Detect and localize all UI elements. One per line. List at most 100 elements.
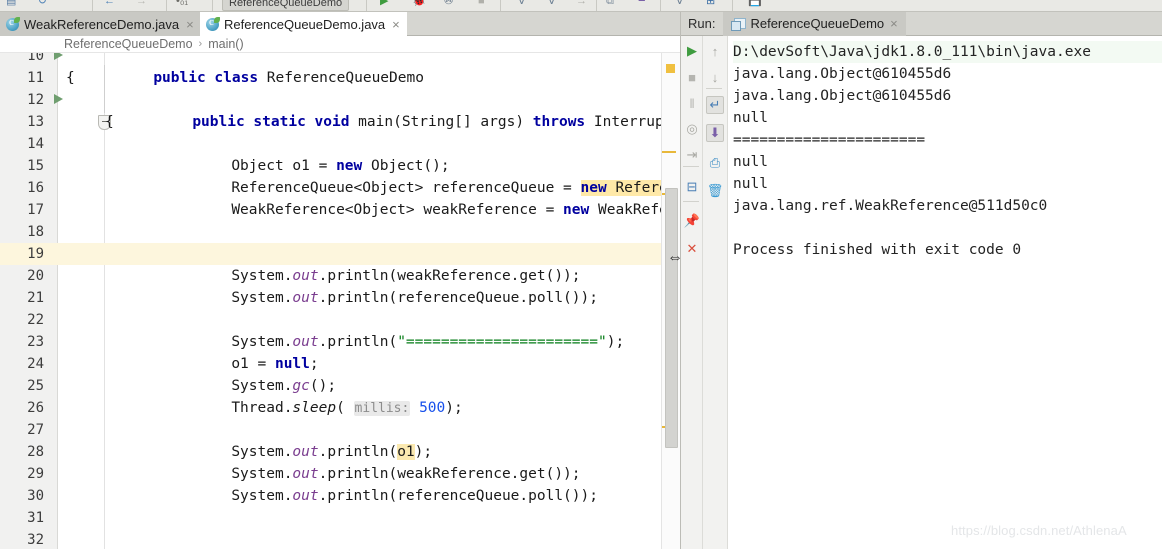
filter-icon-1[interactable]: ∇ [518, 0, 525, 7]
rerun-icon[interactable]: ▶ [683, 42, 701, 60]
editor-tab-bar: WeakReferenceDemo.java × ReferenceQueueD… [0, 12, 680, 36]
filter-icon-2[interactable]: ∇ [548, 0, 555, 7]
toolbar-separator [683, 166, 699, 167]
editor-tab-label: ReferenceQueueDemo.java [224, 16, 386, 32]
scroll-to-end-icon[interactable]: ⬇ [706, 124, 724, 142]
code-line[interactable]: 31 [0, 507, 680, 529]
breadcrumb-class[interactable]: ReferenceQueueDemo [64, 37, 193, 51]
close-icon[interactable]: × [186, 18, 194, 31]
layout-icon[interactable]: ⊟ [683, 178, 701, 196]
code-line[interactable]: 13 { [0, 111, 680, 133]
code-line[interactable]: 21 [0, 287, 680, 309]
code-line[interactable]: 10 public class ReferenceQueueDemo [0, 53, 680, 86]
breadcrumb-method[interactable]: main() [208, 37, 243, 51]
editor-tab-referencequeuedemo[interactable]: ReferenceQueueDemo.java × [200, 12, 407, 36]
code-line[interactable]: 29 System.out.println(referenceQueue.pol… [0, 463, 680, 504]
console-line: null [733, 110, 768, 126]
code-line-current[interactable]: 19 System.out.println(weakReference.get(… [0, 243, 680, 284]
console-line: Process finished with exit code 0 [733, 242, 1022, 258]
run-gutter-icon[interactable] [52, 93, 65, 106]
java-class-icon [6, 16, 20, 31]
code-line[interactable]: 23 o1 = null; [0, 331, 680, 372]
code-line[interactable]: 15 ReferenceQueue<Object> referenceQueue… [0, 155, 680, 196]
stop-icon[interactable]: ■ [478, 0, 485, 7]
save-all-icon[interactable]: ▤ [6, 0, 16, 7]
code-line[interactable]: 32 [0, 529, 680, 549]
code-line[interactable]: 30 [0, 485, 680, 507]
editor-tab-weakreferencedemo[interactable]: WeakReferenceDemo.java × [0, 12, 201, 36]
code-line[interactable]: 16 WeakReference<Object> weakReference =… [0, 177, 680, 218]
code-line[interactable]: 17 [0, 199, 680, 221]
undo-icon[interactable]: ↺ [38, 0, 47, 7]
editor-marker-bar[interactable] [661, 53, 680, 549]
close-icon[interactable]: × [890, 16, 898, 31]
print-icon[interactable]: ⎙ [706, 154, 724, 172]
grid-icon[interactable]: ⊞ [706, 0, 715, 7]
debug-icon[interactable]: 🐞 [412, 0, 426, 7]
console-output[interactable]: D:\devSoft\Java\jdk1.8.0_111\bin\java.ex… [729, 36, 1162, 549]
run-actions-column-right: ↑ ↓ ↵ ⬇ ⎙ 🗑 [703, 36, 728, 549]
line-number: 18 [27, 224, 44, 240]
code-content[interactable]: 10 public class ReferenceQueueDemo 11 { … [0, 53, 680, 549]
code-line[interactable]: 28 System.out.println(weakReference.get(… [0, 441, 680, 482]
camera-icon[interactable]: ◎ [683, 120, 701, 138]
run-icon[interactable]: ▶ [380, 0, 388, 7]
line-number: 27 [27, 422, 44, 438]
close-icon[interactable]: ✕ [683, 240, 701, 258]
forward-icon[interactable]: → [136, 0, 147, 7]
line-number: 12 [27, 92, 44, 108]
code-line[interactable]: 22 System.out.println("=================… [0, 309, 680, 350]
code-line[interactable]: 18 System.out.println(o1); [0, 221, 680, 262]
code-line[interactable]: 14 Object o1 = new Object(); [0, 133, 680, 174]
save-icon[interactable]: 💾 [748, 0, 762, 7]
code-line[interactable]: 12 public static void main(String[] args… [0, 89, 680, 130]
line-number: 30 [27, 488, 44, 504]
run-configuration-selector[interactable]: ReferenceQueueDemo [222, 0, 350, 11]
breakpoint-icon[interactable]: •₀₁ [176, 0, 188, 7]
code-line[interactable]: 25 Thread.sleep( millis: 500); [0, 375, 680, 416]
soft-wrap-icon[interactable]: ↵ [706, 96, 724, 114]
scroll-down-icon[interactable]: ↓ [706, 68, 724, 86]
main-toolbar: ▤ ↺ ← → •₀₁ ▶ 🐞 ✇ ■ ∇ ∇ → ⧉ ⬏ ∇ ⊞ 💾 ReferenceQueueDemo [0, 0, 1162, 12]
clear-all-icon[interactable]: 🗑 [706, 182, 724, 200]
inspection-marker[interactable] [666, 64, 675, 73]
code-line[interactable]: 20 System.out.println(referenceQueue.pol… [0, 265, 680, 306]
scroll-up-icon[interactable]: ↑ [706, 42, 724, 60]
toolbar-separator [212, 0, 213, 11]
toolbar-separator [166, 0, 167, 11]
line-number: 32 [27, 532, 44, 548]
console-line: java.lang.ref.WeakReference@511d50c0 [733, 198, 1048, 214]
toolbar-separator [366, 0, 367, 11]
code-line[interactable]: 27 System.out.println(o1); [0, 419, 680, 460]
pause-icon[interactable]: ‖ [683, 94, 701, 112]
breadcrumb: ReferenceQueueDemo › main() [0, 36, 680, 53]
console-line: null [733, 154, 768, 170]
code-editor[interactable]: 10 public class ReferenceQueueDemo 11 { … [0, 53, 680, 549]
stop-icon[interactable]: ■ [683, 68, 701, 86]
purple-tool-icon[interactable]: ⬏ [638, 0, 647, 7]
pin-icon[interactable]: 📌 [683, 212, 701, 230]
editor-scrollbar-thumb[interactable] [665, 188, 678, 448]
run-actions-column-left: ▶ ■ ‖ ◎ ⇥ ⊟ 📌 ✕ [681, 36, 703, 549]
line-number: 25 [27, 378, 44, 394]
toolbar-separator [596, 0, 597, 11]
occurrence-marker[interactable] [662, 151, 676, 153]
filter-icon-3[interactable]: ∇ [676, 0, 683, 7]
back-icon[interactable]: ← [104, 0, 115, 7]
console-line: java.lang.Object@610455d6 [733, 88, 952, 104]
run-tool-window: Run: ReferenceQueueDemo × ▶ ■ ‖ ◎ ⇥ ⊟ 📌 ✕ ↑ ↓ ↵ ⬇ ⎙… [680, 11, 1162, 549]
line-number: 31 [27, 510, 44, 526]
code-line[interactable]: 26 [0, 397, 680, 419]
copy-icon[interactable]: ⧉ [606, 0, 614, 7]
code-line[interactable]: 24 System.gc(); [0, 353, 680, 394]
line-number: 16 [27, 180, 44, 196]
code-line[interactable]: 11 { [0, 67, 680, 89]
coverage-icon[interactable]: ✇ [444, 0, 453, 7]
run-gutter-icon[interactable] [52, 53, 65, 62]
arrow-right-icon[interactable]: → [576, 0, 587, 7]
dump-threads-icon[interactable]: ⇥ [683, 146, 701, 164]
toolbar-separator [732, 0, 733, 11]
close-icon[interactable]: × [392, 18, 400, 31]
run-tab-referencequeuedemo[interactable]: ReferenceQueueDemo × [723, 11, 906, 36]
code-token-text: { [66, 70, 75, 86]
